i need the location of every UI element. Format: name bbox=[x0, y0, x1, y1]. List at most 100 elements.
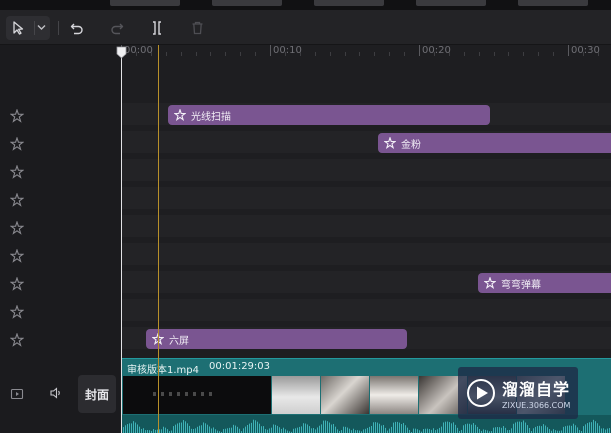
trash-icon bbox=[191, 21, 204, 35]
ruler-minor-tick bbox=[255, 52, 257, 56]
delete-button[interactable] bbox=[186, 16, 208, 40]
media-thumbnail[interactable] bbox=[518, 0, 588, 6]
toolbar-divider bbox=[58, 21, 59, 35]
video-clip-header: 审核版本1.mp4 00:01:29:03 bbox=[127, 361, 270, 376]
waveform-bar bbox=[573, 423, 574, 433]
effects-timeline[interactable]: 光线扫描 金粉 弯弯弹幕 六屏 bbox=[121, 63, 611, 358]
waveform-bar bbox=[599, 425, 600, 433]
media-thumbnail[interactable] bbox=[314, 0, 384, 6]
effect-clip[interactable]: 金粉 bbox=[378, 133, 611, 153]
ruler-minor-tick bbox=[329, 52, 331, 56]
effect-track-lane[interactable] bbox=[121, 215, 611, 237]
waveform-bar bbox=[449, 422, 450, 433]
split-button[interactable] bbox=[146, 16, 168, 40]
cover-button[interactable]: 封面 bbox=[78, 375, 116, 413]
waveform-bar bbox=[215, 429, 216, 433]
playhead-line[interactable] bbox=[121, 52, 122, 433]
video-clip-duration: 00:01:29:03 bbox=[209, 361, 271, 372]
waveform-bar bbox=[183, 420, 184, 433]
waveform-bar bbox=[609, 428, 610, 433]
waveform-bar bbox=[583, 426, 584, 433]
waveform-bar bbox=[433, 428, 434, 433]
waveform-bar bbox=[315, 429, 316, 433]
waveform-bar bbox=[591, 422, 592, 433]
waveform-bar bbox=[565, 426, 566, 433]
waveform-bar bbox=[345, 426, 346, 433]
ruler-minor-tick bbox=[404, 52, 406, 56]
watermark-badge: 溜溜自学 ZIXUE.3066.COM bbox=[458, 367, 578, 419]
ruler-minor-tick bbox=[478, 52, 480, 56]
mute-toggle-icon[interactable] bbox=[48, 385, 64, 401]
media-thumbnail[interactable] bbox=[416, 0, 486, 6]
sparkle-star-icon bbox=[9, 332, 25, 347]
waveform-bar bbox=[191, 428, 192, 433]
waveform-bar bbox=[447, 421, 448, 433]
waveform-bar bbox=[543, 424, 544, 433]
effect-clip[interactable]: 六屏 bbox=[146, 329, 407, 349]
select-tool-button[interactable] bbox=[6, 16, 50, 40]
waveform-bar bbox=[515, 422, 516, 433]
effect-track-lane[interactable] bbox=[121, 159, 611, 181]
ruler-minor-tick bbox=[508, 52, 510, 56]
ruler-minor-tick bbox=[135, 52, 137, 56]
waveform-bar bbox=[589, 422, 590, 433]
redo-button[interactable] bbox=[106, 16, 128, 40]
waveform-bar bbox=[133, 421, 134, 433]
ruler-minor-tick bbox=[150, 52, 152, 56]
effect-track-lane[interactable] bbox=[121, 243, 611, 265]
media-thumbnail[interactable] bbox=[110, 0, 180, 6]
waveform-bar bbox=[369, 426, 370, 433]
effect-clip[interactable]: 弯弯弹幕 bbox=[478, 273, 611, 293]
waveform-bar bbox=[521, 422, 522, 433]
ruler-minor-tick bbox=[389, 52, 391, 56]
waveform-bar bbox=[455, 424, 456, 433]
ruler-minor-tick bbox=[433, 52, 435, 56]
waveform-bar bbox=[319, 425, 320, 433]
sparkle-star-icon bbox=[9, 192, 25, 207]
effect-clip-label: 光线扫描 bbox=[191, 111, 231, 123]
waveform-bar bbox=[313, 428, 314, 433]
undo-button[interactable] bbox=[66, 16, 88, 40]
waveform-bar bbox=[377, 422, 378, 433]
timeline-toolbar bbox=[0, 10, 611, 45]
waveform-bar bbox=[185, 421, 186, 433]
video-frame bbox=[272, 376, 320, 414]
effect-clip[interactable]: 光线扫描 bbox=[168, 105, 490, 125]
waveform-bar bbox=[497, 427, 498, 433]
split-icon bbox=[150, 20, 164, 36]
sparkle-star-icon bbox=[9, 220, 25, 235]
play-logo-icon bbox=[466, 378, 496, 408]
cursor-arrow-icon bbox=[12, 21, 25, 35]
sparkle-star-icon bbox=[9, 248, 25, 263]
ruler-minor-tick bbox=[582, 52, 584, 56]
ruler-minor-tick bbox=[448, 52, 450, 56]
waveform-bar bbox=[297, 427, 298, 433]
effect-track-lane[interactable] bbox=[121, 299, 611, 321]
waveform-bar bbox=[137, 424, 138, 433]
waveform-bar bbox=[299, 426, 300, 433]
waveform-bar bbox=[295, 428, 296, 433]
waveform-bar bbox=[375, 422, 376, 433]
chevron-down-icon[interactable] bbox=[37, 24, 46, 31]
waveform-bar bbox=[139, 426, 140, 433]
time-ruler[interactable]: 00:00 00:10 00:20 00:30 bbox=[121, 45, 611, 63]
waveform-bar bbox=[161, 429, 162, 433]
waveform-bar bbox=[445, 421, 446, 433]
waveform-bar bbox=[495, 427, 496, 433]
waveform-bar bbox=[423, 429, 424, 433]
waveform-bar bbox=[255, 420, 256, 433]
effect-clip-label: 弯弯弹幕 bbox=[501, 279, 541, 291]
waveform-bar bbox=[541, 426, 542, 433]
playhead-handle[interactable] bbox=[116, 44, 127, 59]
waveform-bar bbox=[167, 429, 168, 433]
waveform-bar bbox=[547, 427, 548, 433]
waveform-bar bbox=[405, 425, 406, 433]
waveform-bar bbox=[439, 427, 440, 433]
sparkle-star-icon bbox=[9, 164, 25, 179]
waveform-bar bbox=[309, 426, 310, 433]
media-thumbnail[interactable] bbox=[212, 0, 282, 6]
waveform-bar bbox=[247, 424, 248, 433]
waveform-bar bbox=[143, 428, 144, 433]
effect-track-lane[interactable] bbox=[121, 187, 611, 209]
undo-icon bbox=[70, 21, 84, 35]
